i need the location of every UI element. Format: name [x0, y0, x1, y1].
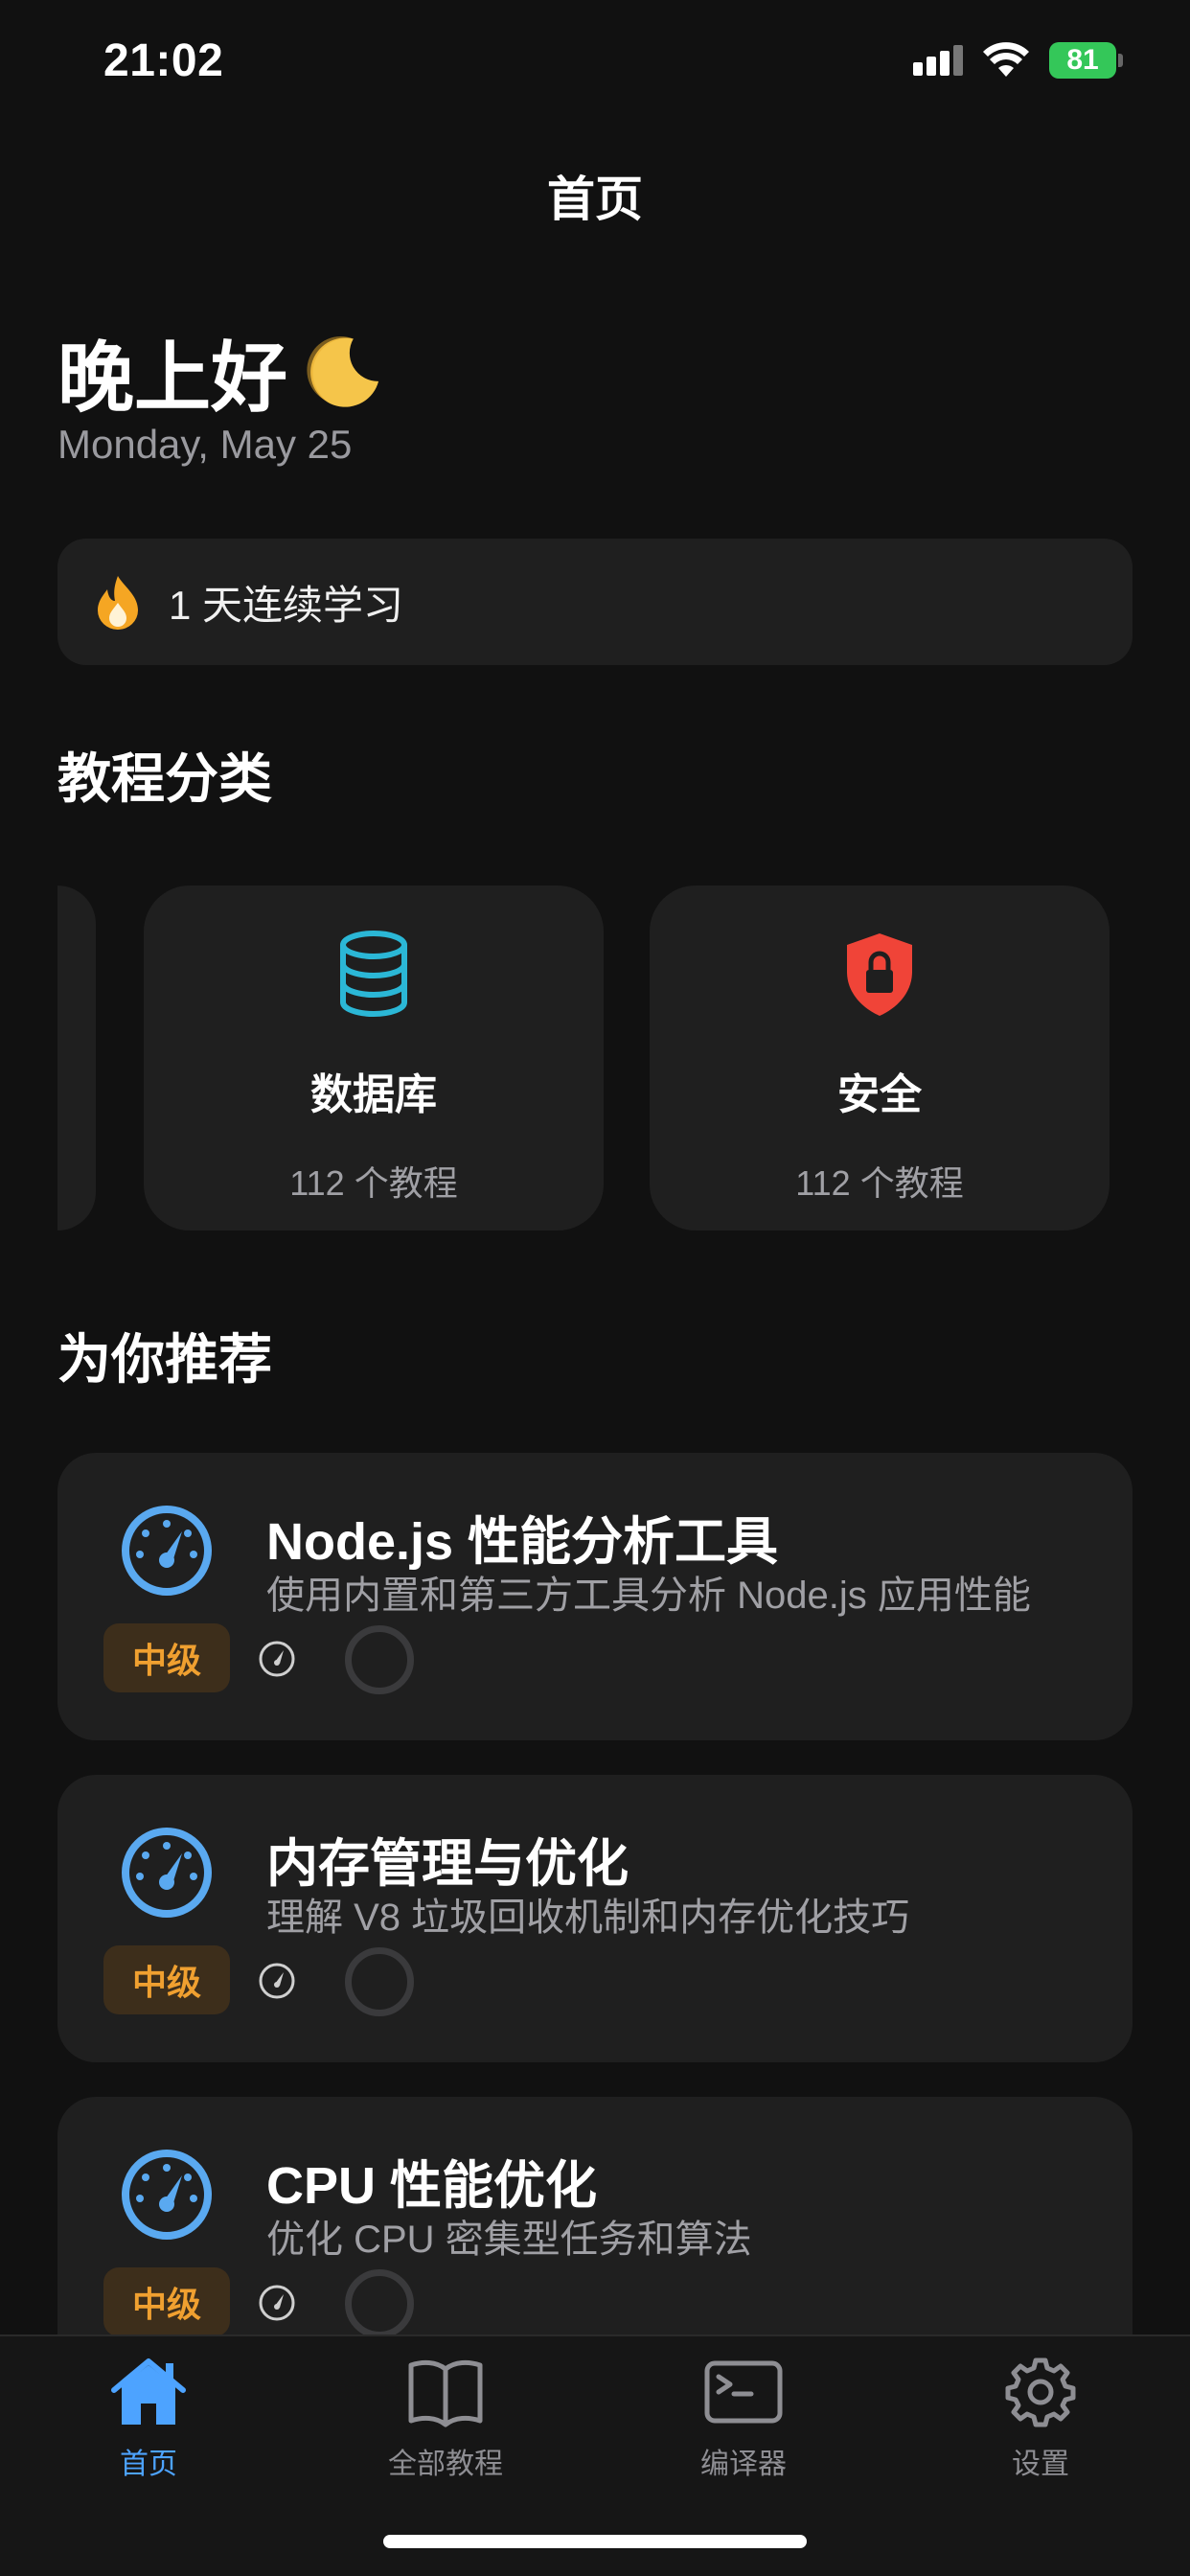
home-screen: 21:02 81 首页 晚上好 Monday, May 25 1 天连续学习 教… [0, 0, 1190, 2576]
level-badge: 中级 [103, 2267, 230, 2336]
progress-ring [345, 1625, 414, 1694]
speedometer-icon [122, 1506, 212, 1596]
tutorial-description: 优化 CPU 密集型任务和算法 [266, 2219, 752, 2261]
tab-label: 首页 [120, 2449, 177, 2480]
home-indicator[interactable] [383, 2535, 807, 2548]
tab-compiler[interactable]: 编译器 [619, 2356, 868, 2482]
tutorial-description: 使用内置和第三方工具分析 Node.js 应用性能 [266, 1575, 1031, 1617]
tab-label: 全部教程 [388, 2449, 503, 2480]
tab-home[interactable]: 首页 [24, 2356, 273, 2482]
page-title: 首页 [547, 172, 643, 226]
speedometer-icon [122, 2150, 212, 2240]
wifi-icon [983, 42, 1029, 77]
tab-label: 设置 [1012, 2449, 1069, 2480]
tutorial-card-nodejs-profiling[interactable]: Node.js 性能分析工具 使用内置和第三方工具分析 Node.js 应用性能… [57, 1453, 1133, 1740]
speedometer-small-icon [259, 1963, 295, 1999]
category-card-partial[interactable] [57, 886, 96, 1230]
home-icon [111, 2358, 186, 2425]
book-icon [408, 2359, 483, 2427]
status-time: 21:02 [103, 35, 224, 86]
speedometer-icon [122, 1828, 212, 1918]
tutorial-description: 理解 V8 垃圾回收机制和内存优化技巧 [266, 1897, 910, 1939]
cellular-signal-icon [913, 45, 963, 76]
greeting: 晚上好 [57, 316, 383, 427]
tab-all-tutorials[interactable]: 全部教程 [321, 2356, 570, 2482]
speedometer-small-icon [259, 1641, 295, 1677]
level-badge: 中级 [103, 1945, 230, 2014]
category-card-security[interactable]: 安全 112 个教程 [650, 886, 1110, 1230]
streak-card[interactable]: 1 天连续学习 [57, 539, 1133, 665]
tutorial-card-memory[interactable]: 内存管理与优化 理解 V8 垃圾回收机制和内存优化技巧 中级 [57, 1775, 1133, 2062]
database-icon [340, 931, 407, 1017]
recommend-title: 为你推荐 [57, 1329, 272, 1390]
flame-icon [98, 576, 138, 630]
gear-icon [1005, 2358, 1076, 2427]
category-name: 安全 [837, 1071, 922, 1118]
progress-ring [345, 2269, 414, 2338]
progress-ring [345, 1947, 414, 2016]
moon-icon [307, 336, 379, 407]
category-count: 112 个教程 [289, 1163, 458, 1203]
greeting-text: 晚上好 [57, 335, 287, 421]
streak-text: 1 天连续学习 [169, 582, 404, 628]
categories-title: 教程分类 [57, 748, 272, 809]
speedometer-small-icon [259, 2285, 295, 2321]
level-badge: 中级 [103, 1623, 230, 1692]
terminal-icon [704, 2360, 783, 2424]
date-label: Monday, May 25 [57, 422, 353, 467]
shield-lock-icon [847, 933, 912, 1016]
category-card-database[interactable]: 数据库 112 个教程 [144, 886, 604, 1230]
tab-settings[interactable]: 设置 [916, 2356, 1165, 2482]
category-name: 数据库 [310, 1071, 437, 1118]
status-icons: 81 [913, 42, 1123, 79]
battery-icon: 81 [1049, 42, 1123, 79]
tab-label: 编译器 [700, 2449, 787, 2480]
category-count: 112 个教程 [795, 1163, 964, 1203]
